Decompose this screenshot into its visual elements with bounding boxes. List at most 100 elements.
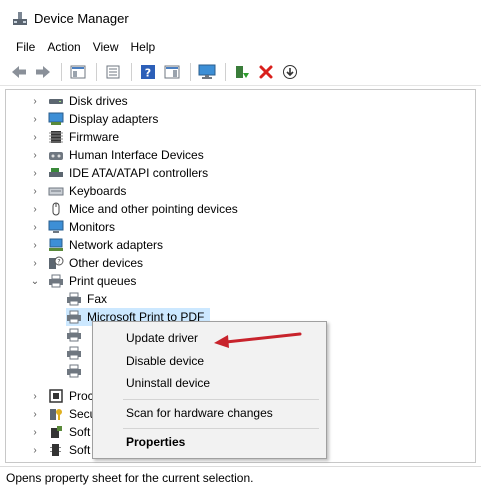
menu-view[interactable]: View xyxy=(87,38,125,56)
tree-item-mice[interactable]: › Mice and other pointing devices xyxy=(30,200,238,218)
software-component-icon xyxy=(48,425,64,439)
tree-item-label: IDE ATA/ATAPI controllers xyxy=(69,166,209,180)
tree-item-label: Fax xyxy=(87,292,108,306)
printer-icon xyxy=(48,274,64,288)
svg-text:?: ? xyxy=(145,66,151,79)
chevron-right-icon[interactable]: › xyxy=(30,150,40,161)
chevron-right-icon[interactable]: › xyxy=(30,409,40,420)
toolbar-separator xyxy=(225,62,226,81)
tree-item-processors[interactable]: › Proc xyxy=(30,387,93,405)
tree-item-label: Network adapters xyxy=(69,238,164,252)
menu-help[interactable]: Help xyxy=(125,38,162,56)
tree-item-software-devices[interactable]: › Soft xyxy=(30,441,90,459)
printer-icon xyxy=(66,328,82,342)
tree-item-label: Mice and other pointing devices xyxy=(69,202,238,216)
toolbar-separator xyxy=(190,62,191,81)
chevron-right-icon[interactable]: › xyxy=(30,258,40,269)
chevron-right-icon[interactable]: › xyxy=(30,445,40,456)
context-menu-disable-device[interactable]: Disable device xyxy=(93,350,326,372)
tree-item-printer[interactable] xyxy=(66,362,87,380)
action-pane-icon[interactable] xyxy=(161,61,183,83)
monitor-scan-icon[interactable] xyxy=(196,61,218,83)
toolbar-separator xyxy=(96,62,97,81)
tree-item-software-components[interactable]: › Soft xyxy=(30,423,90,441)
toolbar-separator xyxy=(131,62,132,81)
add-driver-icon[interactable] xyxy=(231,61,253,83)
chevron-right-icon[interactable]: › xyxy=(30,222,40,233)
software-device-icon xyxy=(48,443,64,457)
printer-icon xyxy=(66,364,82,378)
chevron-right-icon[interactable]: › xyxy=(30,427,40,438)
processor-icon xyxy=(48,389,64,403)
context-menu-separator xyxy=(123,428,319,429)
svg-text:?: ? xyxy=(57,259,60,266)
tree-item-keyboards[interactable]: › Keyboards xyxy=(30,182,126,200)
tree-item-print-queues[interactable]: ⌄ Print queues xyxy=(30,272,137,290)
properties-icon[interactable] xyxy=(102,61,124,83)
forward-arrow-icon[interactable] xyxy=(32,61,54,83)
status-bar: Opens property sheet for the current sel… xyxy=(0,466,481,489)
context-menu-separator xyxy=(123,399,319,400)
tree-item-human-interface-devices[interactable]: › Human Interface Devices xyxy=(30,146,204,164)
tree-item-label: Monitors xyxy=(69,220,116,234)
download-driver-icon[interactable] xyxy=(279,61,301,83)
window-title: Device Manager xyxy=(34,10,129,26)
mouse-icon xyxy=(48,202,64,216)
tree-item-security-devices[interactable]: › Secu xyxy=(30,405,96,423)
monitor-icon xyxy=(48,220,64,234)
tree-item-printer[interactable] xyxy=(66,326,87,344)
tree-item-printer[interactable] xyxy=(66,344,87,362)
context-menu-properties[interactable]: Properties xyxy=(93,431,326,453)
tree-item-disk-drives[interactable]: › Disk drives xyxy=(30,92,128,110)
context-menu-uninstall-device[interactable]: Uninstall device xyxy=(93,372,326,394)
ide-controller-icon xyxy=(48,166,64,180)
tree-item-network-adapters[interactable]: › Network adapters xyxy=(30,236,163,254)
printer-icon xyxy=(66,310,82,324)
tree-item-label: Other devices xyxy=(69,256,144,270)
tree-item-label: Soft xyxy=(69,425,91,439)
toolbar: ? xyxy=(0,58,481,86)
printer-icon xyxy=(66,346,82,360)
context-menu-scan-hardware[interactable]: Scan for hardware changes xyxy=(93,402,326,424)
printer-icon xyxy=(66,292,82,306)
display-adapter-icon xyxy=(48,112,64,126)
chevron-right-icon[interactable]: › xyxy=(30,114,40,125)
disk-drive-icon xyxy=(48,94,64,108)
tree-item-label: Print queues xyxy=(69,274,137,288)
network-adapter-icon xyxy=(48,238,64,252)
tree-item-label: Display adapters xyxy=(69,112,159,126)
status-text: Opens property sheet for the current sel… xyxy=(6,471,254,485)
chevron-down-icon[interactable]: ⌄ xyxy=(30,276,40,287)
device-manager-icon xyxy=(12,10,28,26)
tree-item-fax[interactable]: Fax xyxy=(66,290,107,308)
chevron-right-icon[interactable]: › xyxy=(30,96,40,107)
chevron-right-icon[interactable]: › xyxy=(30,204,40,215)
menu-file[interactable]: File xyxy=(10,38,41,56)
tree-item-label: Disk drives xyxy=(69,94,128,108)
tree-item-monitors[interactable]: › Monitors xyxy=(30,218,115,236)
chevron-right-icon[interactable]: › xyxy=(30,168,40,179)
title-bar: Device Manager xyxy=(0,0,481,36)
security-devices-icon xyxy=(48,407,64,421)
tree-item-label: Soft xyxy=(69,443,91,457)
chevron-right-icon[interactable]: › xyxy=(30,240,40,251)
tree-item-label: Human Interface Devices xyxy=(69,148,204,162)
chevron-right-icon[interactable]: › xyxy=(30,132,40,143)
menu-action[interactable]: Action xyxy=(41,38,86,56)
other-devices-icon: ? xyxy=(48,256,64,270)
tree-item-label: Keyboards xyxy=(69,184,127,198)
tree-item-ide-controllers[interactable]: › IDE ATA/ATAPI controllers xyxy=(30,164,208,182)
tree-item-display-adapters[interactable]: › Display adapters xyxy=(30,110,158,128)
hid-icon xyxy=(48,148,64,162)
toolbar-separator xyxy=(61,62,62,81)
help-icon[interactable]: ? xyxy=(137,61,159,83)
back-arrow-icon[interactable] xyxy=(8,61,30,83)
remove-device-icon[interactable] xyxy=(255,61,277,83)
tree-item-other-devices[interactable]: › ? Other devices xyxy=(30,254,143,272)
chevron-right-icon[interactable]: › xyxy=(30,391,40,402)
tree-item-firmware[interactable]: › Firmware xyxy=(30,128,119,146)
menu-bar: File Action View Help xyxy=(0,36,481,58)
chevron-right-icon[interactable]: › xyxy=(30,186,40,197)
show-hide-tree-icon[interactable] xyxy=(67,61,89,83)
tree-item-label: Firmware xyxy=(69,130,119,144)
